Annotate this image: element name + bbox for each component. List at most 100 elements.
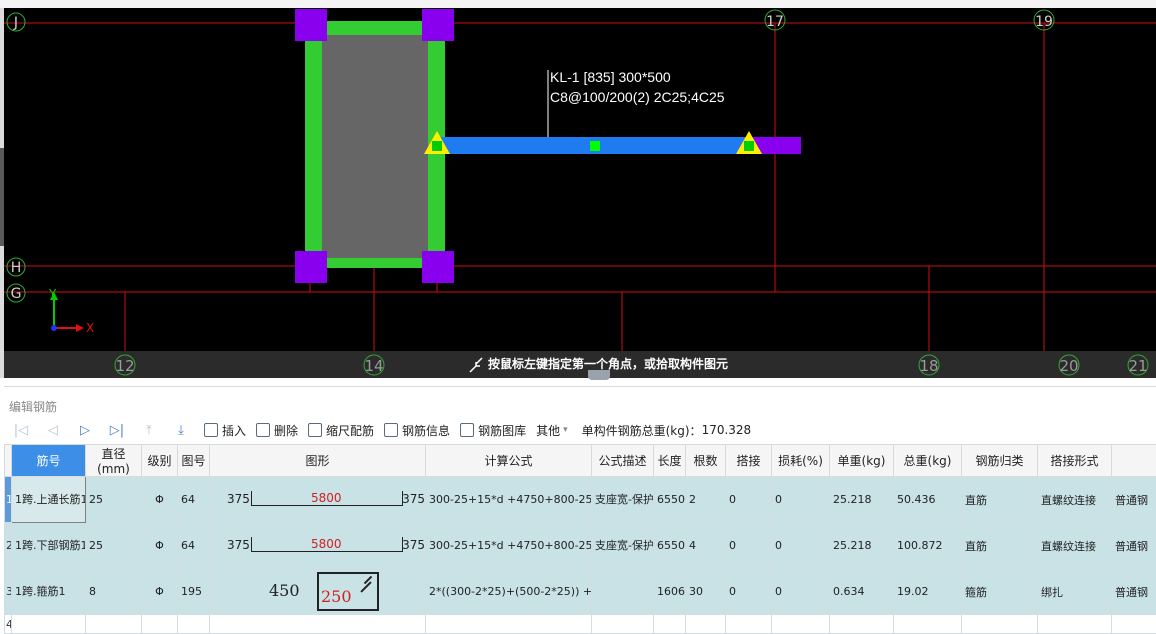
row-number[interactable]: 1 (5, 477, 12, 523)
cell-loss[interactable]: 0 (772, 569, 830, 615)
ucs-origin (51, 325, 57, 331)
cell-grade[interactable]: Φ (142, 477, 178, 523)
cell-formula[interactable]: 2*((300-2*25)+(500-2*25)) +2*(12.89*d) (426, 569, 592, 615)
col-header-loss[interactable]: 损耗(%) (772, 445, 830, 477)
table-row[interactable]: 1 1跨.上通长筋1 25 Φ 64 375 5800 375 300-25+1… (5, 477, 1156, 523)
cell-category[interactable]: 直筋 (962, 523, 1038, 569)
cell-lap[interactable]: 0 (726, 523, 772, 569)
table-row[interactable]: 2 1跨.下部钢筋1 25 Φ 64 375 5800 375 300-25+1… (5, 523, 1156, 569)
cell-fig[interactable]: 64 (178, 523, 210, 569)
cell-shape[interactable]: 450 250 (210, 569, 426, 615)
col-header-length[interactable]: 长度 (654, 445, 686, 477)
cell-total-weight[interactable]: 100.872 (894, 523, 962, 569)
cell-grade[interactable]: Φ (142, 523, 178, 569)
scale-rebar-button[interactable]: 缩尺配筋 (308, 422, 374, 439)
cell-shape[interactable]: 375 5800 375 (210, 477, 426, 523)
cell-count[interactable]: 2 (686, 477, 726, 523)
cell-length[interactable]: 6550 (654, 477, 686, 523)
cell-diameter[interactable]: 8 (86, 569, 142, 615)
col-header-grade[interactable]: 级别 (142, 445, 178, 477)
col-header-count[interactable]: 根数 (686, 445, 726, 477)
col-header-diameter[interactable]: 直径(mm) (86, 445, 142, 477)
cell-total-weight[interactable]: 50.436 (894, 477, 962, 523)
column-body[interactable] (322, 35, 428, 258)
cell-name[interactable]: 1跨.上通长筋1 (12, 477, 86, 523)
cell-count[interactable]: 30 (686, 569, 726, 615)
cell-unit-weight[interactable]: 25.218 (830, 523, 894, 569)
row-number[interactable]: 4 (5, 615, 12, 634)
beam-label-line1: KL-1 [835] 300*500 (550, 69, 671, 85)
move-down-button[interactable]: ⤓ (172, 423, 190, 438)
cell-count[interactable]: 4 (686, 523, 726, 569)
cell-category[interactable]: 箍筋 (962, 569, 1038, 615)
col-header-category[interactable]: 钢筋归类 (962, 445, 1038, 477)
col-header-formula[interactable]: 计算公式 (426, 445, 592, 477)
cell-extra[interactable]: 普通钢 (1112, 477, 1156, 523)
col-header-lap[interactable]: 搭接 (726, 445, 772, 477)
cell-formula[interactable]: 300-25+15*d +4750+800-25+15*d (426, 523, 592, 569)
cell-loss[interactable]: 0 (772, 477, 830, 523)
column-corner-br[interactable] (422, 251, 454, 283)
cell-lap-form[interactable]: 直螺纹连接 (1038, 523, 1112, 569)
row-number[interactable]: 2 (5, 523, 12, 569)
delete-button[interactable]: 删除 (256, 422, 298, 439)
other-menu-button[interactable]: 其他▾ (536, 422, 568, 439)
cell-desc[interactable] (592, 569, 654, 615)
beam-start-grip[interactable] (432, 141, 442, 151)
beam-mid-grip[interactable] (590, 141, 600, 151)
cell-unit-weight[interactable]: 0.634 (830, 569, 894, 615)
cell-total-weight[interactable]: 19.02 (894, 569, 962, 615)
insert-button[interactable]: 插入 (204, 422, 246, 439)
cell-loss[interactable]: 0 (772, 523, 830, 569)
col-header-fig[interactable]: 图号 (178, 445, 210, 477)
cell-desc[interactable]: 支座宽-保护层+… (592, 477, 654, 523)
first-record-button[interactable]: |◁ (12, 423, 30, 438)
column-corner-bl[interactable] (295, 251, 327, 283)
col-header-name[interactable]: 筋号 (12, 445, 86, 477)
table-row[interactable]: 3 1跨.箍筋1 8 Φ 195 450 250 2*((300-2*25)+(… (5, 569, 1156, 615)
table-header: 筋号 直径(mm) 级别 图号 图形 计算公式 公式描述 长度 根数 搭接 损耗… (5, 445, 1156, 477)
cell-lap-form[interactable]: 绑扎 (1038, 569, 1112, 615)
panel-collapse-tab[interactable] (588, 370, 610, 380)
last-record-button[interactable]: ▷| (108, 423, 126, 438)
cad-viewport[interactable]: J 17 19 H G KL-1 [835] 300*500 C8@100/20… (4, 8, 1156, 378)
col-header-total-weight[interactable]: 总重(kg) (894, 445, 962, 477)
cell-category[interactable]: 直筋 (962, 477, 1038, 523)
cell-name[interactable]: 1跨.下部钢筋1 (12, 523, 86, 569)
beam-end-grip[interactable] (744, 141, 754, 151)
cell-fig[interactable]: 64 (178, 477, 210, 523)
table-row-empty[interactable]: 4 (5, 615, 1156, 634)
cell-shape[interactable]: 375 5800 375 (210, 523, 426, 569)
column-corner-tr[interactable] (422, 9, 454, 41)
rebar-info-button[interactable]: 钢筋信息 (384, 422, 450, 439)
axis-label-17: 17 (766, 14, 784, 30)
cell-fig[interactable]: 195 (178, 569, 210, 615)
col-header-shape[interactable]: 图形 (210, 445, 426, 477)
row-number[interactable]: 3 (5, 569, 12, 615)
cell-length[interactable]: 1606 (654, 569, 686, 615)
cell-extra[interactable]: 普通钢 (1112, 569, 1156, 615)
cell-lap-form[interactable]: 直螺纹连接 (1038, 477, 1112, 523)
next-record-button[interactable]: ▷ (76, 423, 94, 438)
cell-diameter[interactable]: 25 (86, 477, 142, 523)
cell-lap[interactable]: 0 (726, 477, 772, 523)
cell-length[interactable]: 6550 (654, 523, 686, 569)
cell-extra[interactable]: 普通钢 (1112, 523, 1156, 569)
column-corner-tl[interactable] (295, 9, 327, 41)
ucs-x-arrow (76, 324, 84, 332)
col-header-unit-weight[interactable]: 单重(kg) (830, 445, 894, 477)
cell-formula[interactable]: 300-25+15*d +4750+800-25+15*d (426, 477, 592, 523)
col-header-lap-form[interactable]: 搭接形式 (1038, 445, 1112, 477)
rebar-library-button[interactable]: 钢筋图库 (460, 422, 526, 439)
cell-grade[interactable]: Φ (142, 569, 178, 615)
move-up-button[interactable]: ⤒ (140, 423, 158, 438)
cell-diameter[interactable]: 25 (86, 523, 142, 569)
cell-desc[interactable]: 支座宽-保护层+… (592, 523, 654, 569)
col-header-desc[interactable]: 公式描述 (592, 445, 654, 477)
insert-icon (204, 423, 218, 437)
ucs-y-label: Y (48, 287, 57, 301)
prev-record-button[interactable]: ◁ (44, 423, 62, 438)
cell-unit-weight[interactable]: 25.218 (830, 477, 894, 523)
cell-name[interactable]: 1跨.箍筋1 (12, 569, 86, 615)
cell-lap[interactable]: 0 (726, 569, 772, 615)
